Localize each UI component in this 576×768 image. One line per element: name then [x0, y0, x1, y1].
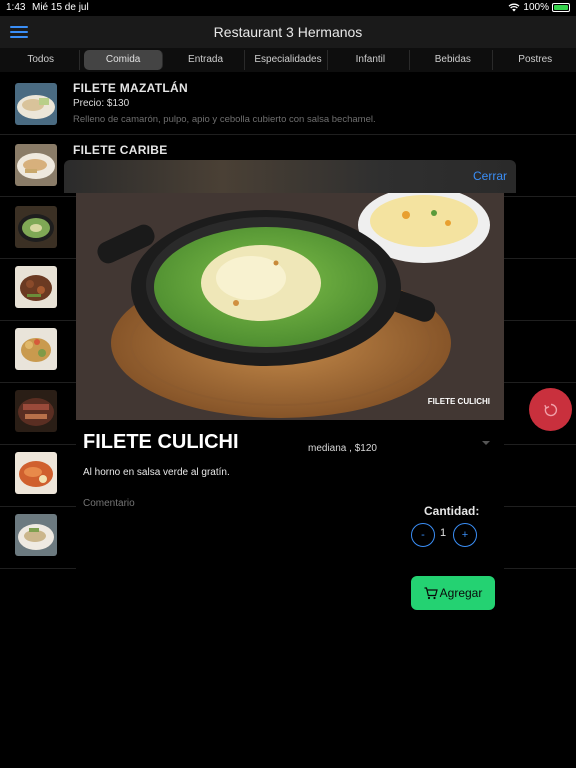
dish-thumbnail — [15, 206, 57, 248]
chevron-down-icon — [482, 441, 490, 445]
quantity-value: 1 — [440, 527, 447, 539]
tab-todos[interactable]: Todos — [2, 50, 81, 70]
cart-icon — [424, 586, 438, 599]
status-date: Mié 15 de jul — [32, 2, 89, 13]
quantity-label: Cantidad: — [424, 504, 480, 518]
dish-thumbnail — [15, 328, 57, 370]
add-button-label: Agregar — [439, 586, 483, 600]
dish-price: Precio: $130 — [73, 98, 130, 109]
photo-watermark: FILETE CULICHI — [427, 397, 490, 406]
tab-comida[interactable]: Comida — [84, 50, 163, 70]
tab-entrada[interactable]: Entrada — [167, 50, 246, 70]
dish-thumbnail — [15, 83, 57, 125]
comment-field[interactable] — [83, 495, 293, 511]
modal-header: Cerrar — [64, 160, 516, 193]
dish-thumbnail — [15, 144, 57, 186]
wifi-icon — [508, 3, 520, 12]
dish-photo: FILETE CULICHI — [76, 193, 504, 420]
page-title: Restaurant 3 Hermanos — [213, 24, 363, 40]
battery-icon — [552, 3, 570, 12]
dish-description: Relleno de camarón, pulpo, apio y ceboll… — [73, 114, 376, 125]
decrease-quantity-button[interactable]: - — [411, 523, 435, 547]
tab-especialidades[interactable]: Especialidades — [249, 50, 328, 70]
app-header: Restaurant 3 Hermanos — [0, 16, 576, 48]
dish-detail-modal: FILETE CULICHI FILETE CULICHI mediana , … — [76, 193, 504, 625]
dish-title: FILETE MAZATLÁN — [73, 81, 188, 95]
status-right: 100% — [508, 2, 570, 13]
size-dropdown[interactable]: mediana , $120 — [308, 438, 494, 454]
list-item[interactable]: FILETE MAZATLÁN Precio: $130 Relleno de … — [0, 73, 576, 135]
dish-thumbnail — [15, 390, 57, 432]
status-bar: 1:43 Mié 15 de jul 100% — [0, 0, 576, 16]
category-tabs: Todos Comida Entrada Especialidades Infa… — [0, 48, 576, 72]
add-to-cart-button[interactable]: Agregar — [411, 576, 495, 610]
battery-percent: 100% — [523, 2, 549, 13]
increase-quantity-button[interactable]: + — [453, 523, 477, 547]
dish-description: Al horno en salsa verde al gratín. — [83, 467, 230, 478]
size-value: mediana , $120 — [308, 443, 377, 454]
status-time: 1:43 — [6, 2, 26, 13]
dish-name: FILETE CULICHI — [83, 431, 239, 453]
dish-thumbnail — [15, 452, 57, 494]
tab-postres[interactable]: Postres — [497, 50, 574, 70]
close-button[interactable]: Cerrar — [473, 169, 507, 183]
tab-infantil[interactable]: Infantil — [332, 50, 411, 70]
dish-thumbnail — [15, 514, 57, 556]
tab-bebidas[interactable]: Bebidas — [414, 50, 493, 70]
refresh-button[interactable] — [529, 388, 572, 431]
dish-title: FILETE CARIBE — [73, 143, 168, 157]
refresh-icon — [543, 403, 557, 416]
dish-thumbnail — [15, 266, 57, 308]
